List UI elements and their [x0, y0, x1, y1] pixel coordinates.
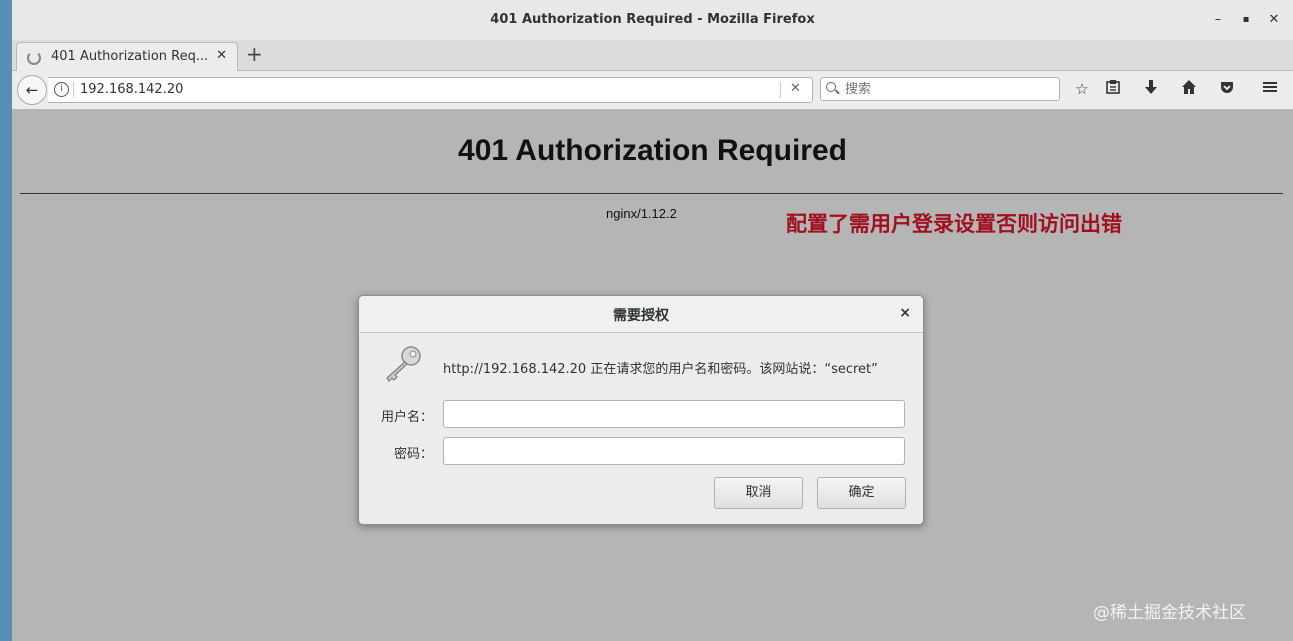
ok-button[interactable]: 确定 — [817, 477, 906, 509]
info-icon[interactable]: i — [54, 82, 69, 97]
close-window-button[interactable]: ✕ — [1264, 10, 1284, 30]
menu-icon[interactable] — [1260, 79, 1280, 99]
url-text[interactable]: 192.168.142.20 — [80, 82, 183, 97]
back-arrow-icon: ← — [25, 81, 39, 99]
auth-message: http://192.168.142.20 正在请求您的用户名和密码。该网站说：… — [443, 362, 878, 377]
tab-label: 401 Authorization Req... — [51, 49, 209, 64]
back-button[interactable]: ← — [17, 75, 47, 105]
key-icon — [381, 344, 425, 384]
url-clear-icon[interactable]: ✕ — [790, 81, 801, 96]
search-bar[interactable] — [820, 77, 1060, 101]
search-icon — [826, 82, 836, 92]
loading-spinner-icon — [27, 51, 41, 65]
url-bar[interactable]: i 192.168.142.20 ✕ — [48, 77, 813, 103]
maximize-button[interactable]: ▪ — [1236, 10, 1256, 30]
horizontal-rule — [20, 193, 1283, 194]
tab-strip: 401 Authorization Req... ✕ + — [12, 40, 1293, 71]
url-separator-right — [780, 82, 781, 98]
window-titlebar: 401 Authorization Required - Mozilla Fir… — [12, 0, 1293, 41]
url-separator — [73, 82, 74, 98]
red-annotation: 配置了需用户登录设置否则访问出错 — [786, 212, 1122, 236]
download-icon[interactable] — [1141, 79, 1161, 99]
username-label: 用户名： — [380, 410, 433, 425]
dialog-title: 需要授权 — [613, 308, 669, 324]
home-icon[interactable] — [1179, 79, 1199, 99]
dialog-close-icon[interactable]: × — [899, 305, 911, 321]
cancel-button[interactable]: 取消 — [714, 477, 803, 509]
username-input[interactable] — [443, 400, 905, 428]
tab-401-authorization[interactable]: 401 Authorization Req... ✕ — [16, 42, 238, 71]
pocket-icon[interactable] — [1217, 79, 1237, 99]
server-signature: nginx/1.12.2 — [606, 206, 677, 221]
password-input[interactable] — [443, 437, 905, 465]
password-label: 密码： — [393, 447, 433, 462]
star-icon[interactable]: ☆ — [1072, 79, 1092, 99]
dialog-titlebar: 需要授权 × — [359, 296, 923, 333]
search-input[interactable] — [843, 80, 1047, 98]
navigation-bar: ← i 192.168.142.20 ✕ ☆ — [12, 71, 1293, 110]
minimize-button[interactable]: – — [1208, 10, 1228, 30]
page-heading: 401 Authorization Required — [458, 134, 847, 167]
watermark: @稀土掘金技术社区 — [1093, 603, 1246, 623]
reading-list-icon[interactable] — [1103, 79, 1123, 99]
auth-dialog: 需要授权 × http://192.168.142.20 正在请求您的用户名和密… — [358, 295, 924, 525]
new-tab-button[interactable]: + — [246, 44, 263, 64]
window-title: 401 Authorization Required - Mozilla Fir… — [490, 12, 815, 27]
tab-close-icon[interactable]: ✕ — [216, 48, 227, 63]
